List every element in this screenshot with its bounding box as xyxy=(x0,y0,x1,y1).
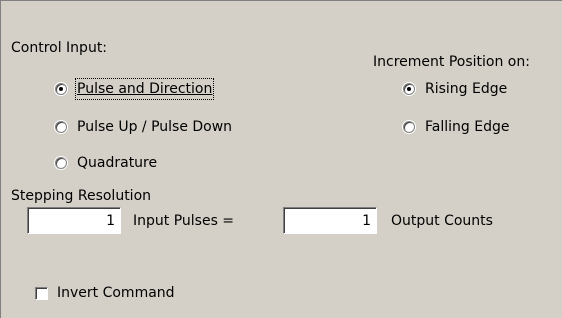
stepping-resolution-label: Stepping Resolution xyxy=(11,188,152,204)
checkbox-label[interactable]: Invert Command xyxy=(57,284,175,302)
radio-label[interactable]: Pulse and Direction xyxy=(74,78,215,100)
checkbox-box[interactable] xyxy=(35,287,48,300)
output-counts-field[interactable] xyxy=(283,207,377,234)
radio-label[interactable]: Quadrature xyxy=(77,154,157,172)
radio-selected-dot xyxy=(407,87,411,91)
radio-selected-dot xyxy=(59,87,63,91)
radio-button[interactable] xyxy=(403,83,415,95)
input-pulses-label: Input Pulses = xyxy=(133,213,235,229)
radio-button[interactable] xyxy=(55,157,67,169)
radio-label[interactable]: Pulse Up / Pulse Down xyxy=(77,118,232,136)
input-pulses-field[interactable] xyxy=(27,207,121,234)
output-counts-label: Output Counts xyxy=(391,213,493,229)
radio-label[interactable]: Rising Edge xyxy=(425,80,507,98)
radio-button[interactable] xyxy=(55,121,67,133)
radio-label[interactable]: Falling Edge xyxy=(425,118,509,136)
control-input-label: Control Input: xyxy=(11,40,108,56)
radio-button[interactable] xyxy=(55,83,67,95)
radio-button[interactable] xyxy=(403,121,415,133)
settings-panel: Control Input: Pulse and Direction Pulse… xyxy=(0,0,562,318)
increment-position-label: Increment Position on: xyxy=(373,54,530,70)
